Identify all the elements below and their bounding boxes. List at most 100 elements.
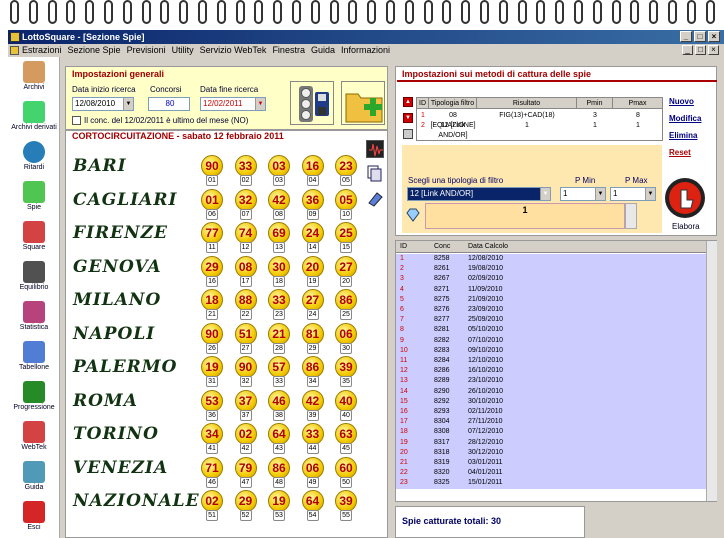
sidebar-item-webtek[interactable]: WebTek — [8, 421, 60, 451]
menu-item-guida[interactable]: Guida — [311, 45, 335, 55]
mdi-minimize-icon[interactable]: _ — [682, 45, 693, 55]
sidebar-item-archivi[interactable]: Archivi — [8, 61, 60, 91]
number-bulb[interactable]: 06 49 — [301, 456, 324, 488]
number-bulb[interactable]: 21 28 — [268, 322, 290, 354]
number-bulb[interactable]: 32 07 — [234, 188, 257, 220]
number-bulb[interactable]: 90 26 — [201, 322, 223, 354]
menu-item-finestra[interactable]: Finestra — [272, 45, 305, 55]
list-item[interactable]: 16 8293 02/11/2010 — [396, 407, 706, 418]
number-bulb[interactable]: 05 10 — [335, 188, 357, 220]
number-bulb[interactable]: 42 08 — [268, 188, 290, 220]
number-bulb[interactable]: 33 23 — [268, 289, 290, 320]
method-nuovo-button[interactable]: Nuovo — [669, 97, 694, 106]
number-bulb[interactable]: 42 39 — [301, 389, 324, 421]
close-icon[interactable]: × — [708, 31, 720, 42]
number-bulb[interactable]: 37 37 — [234, 389, 257, 421]
number-bulb[interactable]: 71 46 — [201, 456, 223, 488]
number-bulb[interactable]: 27 20 — [335, 255, 357, 287]
number-bulb[interactable]: 29 16 — [201, 255, 223, 287]
list-item[interactable]: 7 8277 25/09/2010 — [396, 315, 706, 326]
list-item[interactable]: 14 8290 26/10/2010 — [396, 386, 706, 397]
list-item[interactable]: 8 8281 05/10/2010 — [396, 325, 706, 336]
chevron-down-icon[interactable]: ▼ — [645, 188, 655, 200]
number-bulb[interactable]: 77 11 — [201, 222, 223, 253]
number-bulb[interactable]: 34 41 — [201, 423, 223, 454]
list-item[interactable]: 4 8271 11/09/2010 — [396, 284, 706, 295]
number-bulb[interactable]: 86 34 — [301, 356, 324, 387]
chevron-down-icon[interactable]: ▼ — [123, 98, 133, 110]
number-bulb[interactable]: 40 40 — [335, 389, 357, 421]
sidebar-item-square[interactable]: Square — [8, 221, 60, 251]
eraser-icon[interactable] — [366, 190, 384, 208]
menu-item-previsioni[interactable]: Previsioni — [127, 45, 166, 55]
number-bulb[interactable]: 20 19 — [301, 255, 324, 287]
number-bulb[interactable]: 51 27 — [234, 322, 257, 354]
list-item[interactable]: 11 8284 12/10/2010 — [396, 356, 706, 367]
add-folder-button[interactable] — [341, 81, 385, 125]
number-bulb[interactable]: 63 45 — [335, 423, 357, 454]
list-item[interactable]: 21 8319 03/01/2011 — [396, 458, 706, 469]
end-date-field[interactable]: 12/02/2011 ▼ — [200, 97, 266, 111]
menu-item-informazioni[interactable]: Informazioni — [341, 45, 390, 55]
number-bulb[interactable]: 79 47 — [234, 456, 257, 488]
number-bulb[interactable]: 57 33 — [268, 356, 290, 387]
sidebar-item-ritardi[interactable]: Ritardi — [8, 141, 60, 171]
number-bulb[interactable]: 39 35 — [335, 356, 357, 387]
arrow-down-icon[interactable]: ▼ — [403, 113, 413, 123]
list-item[interactable]: 17 8304 27/11/2010 — [396, 417, 706, 428]
number-bulb[interactable]: 81 29 — [301, 322, 324, 354]
number-bulb[interactable]: 16 04 — [301, 155, 324, 186]
number-bulb[interactable]: 03 03 — [268, 155, 290, 186]
number-bulb[interactable]: 90 32 — [234, 356, 257, 387]
filter-type-select[interactable]: 12 [Link AND/OR] ▼ — [407, 187, 551, 201]
menu-item-utility[interactable]: Utility — [172, 45, 194, 55]
method-elimina-button[interactable]: Elimina — [669, 131, 697, 140]
menu-item-servizio-webtek[interactable]: Servizio WebTek — [200, 45, 267, 55]
number-bulb[interactable]: 02 51 — [201, 490, 223, 521]
list-item[interactable]: 5 8275 21/09/2010 — [396, 294, 706, 305]
list-item[interactable]: 15 8292 30/10/2010 — [396, 396, 706, 407]
list-item[interactable]: 18 8308 07/12/2010 — [396, 427, 706, 438]
list-item[interactable]: 12 8286 16/10/2010 — [396, 366, 706, 377]
list-item[interactable]: 2 8261 19/08/2010 — [396, 264, 706, 275]
number-bulb[interactable]: 08 17 — [234, 255, 257, 287]
number-bulb[interactable]: 02 42 — [234, 423, 257, 454]
list-item[interactable]: 9 8282 07/10/2010 — [396, 335, 706, 346]
number-bulb[interactable]: 86 48 — [268, 456, 290, 488]
number-bulb[interactable]: 29 52 — [234, 490, 257, 521]
number-bulb[interactable]: 33 02 — [234, 155, 257, 186]
number-bulb[interactable]: 33 44 — [301, 423, 324, 454]
menu-item-sezione-spie[interactable]: Sezione Spie — [68, 45, 121, 55]
number-bulb[interactable]: 36 09 — [301, 188, 324, 220]
number-bulb[interactable]: 01 06 — [201, 188, 223, 220]
number-bulb[interactable]: 64 54 — [301, 490, 324, 521]
options-button[interactable] — [290, 81, 334, 125]
number-bulb[interactable]: 74 12 — [234, 222, 257, 253]
pmax-select[interactable]: 1 ▼ — [610, 187, 656, 201]
list-item[interactable]: 22 8320 04/01/2011 — [396, 468, 706, 479]
number-bulb[interactable]: 53 36 — [201, 389, 223, 421]
number-bulb[interactable]: 60 50 — [335, 456, 357, 488]
list-item[interactable]: 10 8283 09/10/2010 — [396, 345, 706, 356]
minimize-icon[interactable]: _ — [680, 31, 692, 42]
sidebar-item-esci[interactable]: Esci — [8, 501, 60, 531]
menu-item-estrazioni[interactable]: Estrazioni — [22, 45, 62, 55]
method-reset-button[interactable]: Reset — [669, 148, 691, 157]
sidebar-item-archivi-derivati[interactable]: Archivi derivati — [8, 101, 60, 131]
last-of-month-checkbox[interactable] — [72, 116, 81, 125]
number-bulb[interactable]: 27 24 — [301, 289, 324, 320]
arrow-up-icon[interactable]: ▲ — [403, 97, 413, 107]
sidebar-item-tabellone[interactable]: Tabellone — [8, 341, 60, 371]
list-item[interactable]: 1 8258 12/08/2010 — [396, 254, 706, 265]
mdi-restore-icon[interactable]: □ — [695, 45, 706, 55]
calc-scrollbar[interactable] — [706, 241, 717, 501]
number-bulb[interactable]: 18 21 — [201, 289, 223, 320]
number-bulb[interactable]: 90 01 — [201, 155, 223, 186]
sidebar-item-guida[interactable]: Guida — [8, 461, 60, 491]
number-bulb[interactable]: 30 18 — [268, 255, 290, 287]
number-bulb[interactable]: 69 13 — [268, 222, 290, 253]
number-bulb[interactable]: 39 55 — [335, 490, 357, 521]
copy-icon[interactable] — [403, 129, 413, 139]
concorsi-field[interactable]: 80 — [148, 97, 190, 111]
mdi-close-icon[interactable]: × — [708, 45, 719, 55]
